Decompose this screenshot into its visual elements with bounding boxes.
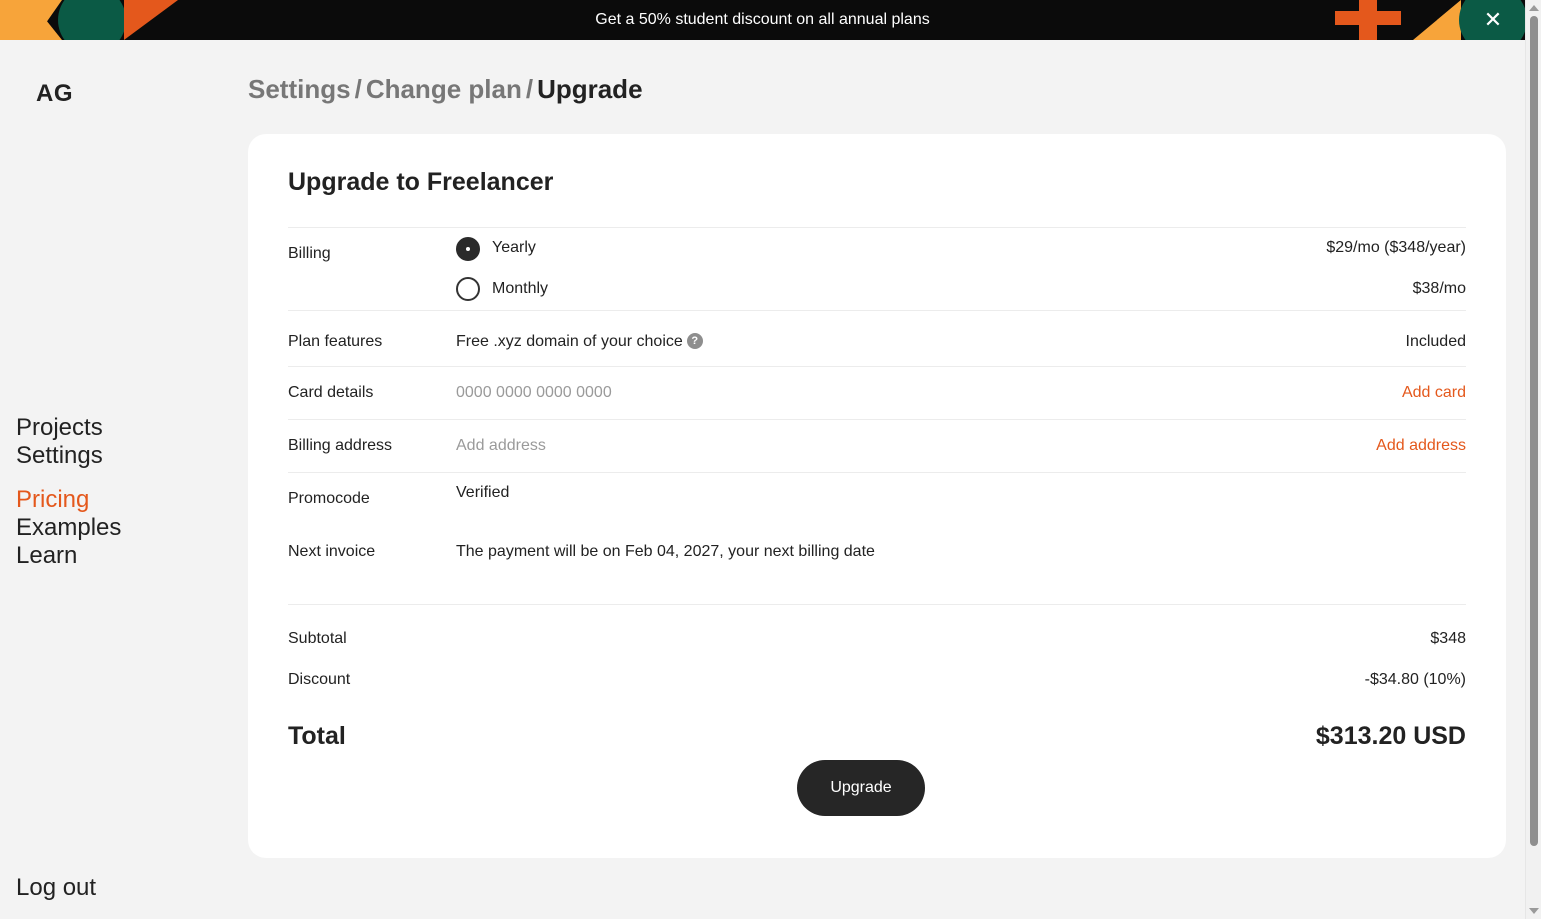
divider [288, 604, 1466, 605]
billing-monthly-price: $38/mo [1412, 280, 1466, 297]
next-invoice-value: The payment will be on Feb 04, 2027, you… [456, 543, 875, 560]
billing-address-input[interactable]: Add address [456, 437, 546, 455]
logo[interactable]: AG [36, 80, 73, 108]
breadcrumb-separator: / [525, 74, 534, 104]
breadcrumb-upgrade: Upgrade [537, 74, 643, 104]
billing-label: Billing [288, 245, 331, 262]
sidebar-item-examples[interactable]: Examples [16, 514, 121, 542]
billing-monthly-radio[interactable] [456, 277, 480, 301]
plan-features-status: Included [1405, 333, 1467, 350]
breadcrumb: Settings / Change plan / Upgrade [248, 74, 643, 105]
promocode-label: Promocode [288, 490, 370, 507]
add-card-link[interactable]: Add card [1402, 384, 1466, 402]
page-title: Upgrade to Freelancer [288, 168, 554, 196]
divider [288, 472, 1466, 473]
plan-feature-text: Free .xyz domain of your choice [456, 333, 683, 350]
logout-link[interactable]: Log out [16, 874, 96, 902]
add-address-link[interactable]: Add address [1376, 437, 1466, 455]
plan-features-value: Free .xyz domain of your choice? [456, 333, 703, 351]
divider [288, 310, 1466, 311]
next-invoice-label: Next invoice [288, 543, 376, 560]
promocode-status: Verified [456, 484, 510, 501]
breadcrumb-settings[interactable]: Settings [248, 74, 351, 104]
banner-text: Get a 50% student discount on all annual… [595, 11, 930, 28]
sidebar-item-settings[interactable]: Settings [16, 442, 121, 470]
help-icon[interactable]: ? [686, 333, 703, 349]
billing-yearly-radio[interactable] [456, 237, 480, 261]
banner-close-icon[interactable]: ✕ [1461, 0, 1525, 40]
billing-monthly-label[interactable]: Monthly [492, 280, 548, 298]
total-value: $313.20 USD [1315, 722, 1466, 750]
plan-features-label: Plan features [288, 333, 383, 350]
promo-banner: Get a 50% student discount on all annual… [0, 0, 1525, 40]
billing-address-label: Billing address [288, 437, 393, 454]
card-details-label: Card details [288, 384, 374, 401]
subtotal-value: $348 [1430, 630, 1466, 647]
scroll-thumb[interactable] [1530, 16, 1538, 846]
discount-label: Discount [288, 671, 351, 688]
breadcrumb-separator: / [354, 74, 362, 104]
scroll-down-icon[interactable] [1529, 908, 1539, 914]
divider [288, 227, 1466, 228]
subtotal-label: Subtotal [288, 630, 347, 647]
sidebar-item-learn[interactable]: Learn [16, 542, 121, 570]
sidebar-nav: Projects Settings Pricing Examples Learn [16, 414, 121, 570]
upgrade-card: Upgrade to Freelancer Billing Yearly $29… [248, 134, 1506, 858]
sidebar-item-pricing[interactable]: Pricing [16, 486, 121, 514]
sidebar-item-projects[interactable]: Projects [16, 414, 121, 442]
discount-value: -$34.80 (10%) [1364, 671, 1466, 688]
page-scrollbar[interactable] [1525, 0, 1541, 919]
divider [288, 419, 1466, 420]
card-number-input[interactable]: 0000 0000 0000 0000 [456, 384, 612, 402]
breadcrumb-change-plan[interactable]: Change plan [366, 74, 522, 104]
total-label: Total [288, 722, 346, 750]
divider [288, 366, 1466, 367]
billing-yearly-label[interactable]: Yearly [492, 239, 536, 257]
scroll-up-icon[interactable] [1529, 5, 1539, 11]
billing-yearly-price: $29/mo ($348/year) [1326, 239, 1466, 256]
upgrade-button[interactable]: Upgrade [797, 760, 925, 816]
